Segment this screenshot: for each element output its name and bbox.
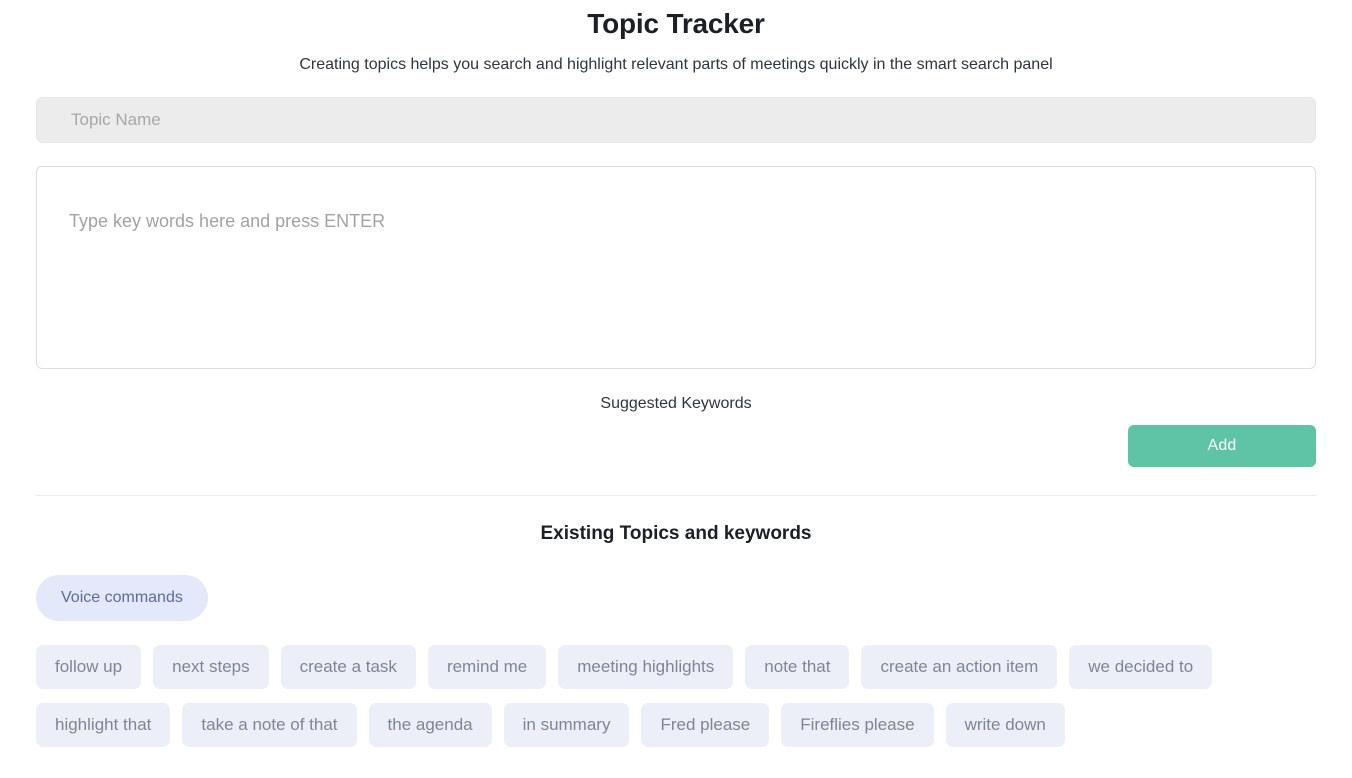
keyword-row: highlight that take a note of that the age… — [36, 703, 1316, 747]
keyword-chip[interactable]: next steps — [153, 645, 269, 689]
topic-chip[interactable]: Voice commands — [36, 575, 208, 621]
keyword-row: follow up next steps create a task remind m… — [36, 645, 1316, 689]
keyword-chip[interactable]: the agenda — [368, 703, 492, 747]
topic-name-input[interactable] — [36, 97, 1316, 143]
keyword-chip[interactable]: Fireflies please — [781, 703, 934, 747]
keyword-chip[interactable]: take a note of that — [182, 703, 357, 747]
keyword-chip[interactable]: create an action item — [861, 645, 1058, 689]
add-button[interactable]: Add — [1128, 425, 1316, 467]
keyword-chip[interactable]: note that — [745, 645, 850, 689]
existing-topics-heading: Existing Topics and keywords — [540, 523, 812, 544]
keyword-chip[interactable]: remind me — [427, 645, 547, 689]
existing-topics-list: Voice commands — [0, 575, 1352, 621]
keyword-chip[interactable]: Fred please — [641, 703, 770, 747]
page-title: Topic Tracker — [587, 8, 765, 39]
suggested-keywords-label: Suggested Keywords — [600, 395, 752, 412]
topic-tracker-page: Topic Tracker Creating topics helps you … — [0, 0, 1352, 778]
add-button-row: Add — [0, 425, 1352, 467]
existing-keywords-list: follow up next steps create a task remind m… — [0, 645, 1352, 747]
page-subtitle: Creating topics helps you search and hig… — [299, 56, 1053, 73]
keyword-chip[interactable]: highlight that — [36, 703, 171, 747]
keyword-chip[interactable]: write down — [945, 703, 1065, 747]
keyword-chip[interactable]: create a task — [280, 645, 416, 689]
keywords-input[interactable] — [69, 211, 1283, 232]
keyword-chip[interactable]: follow up — [36, 645, 142, 689]
keywords-textarea-box[interactable] — [36, 166, 1316, 369]
keyword-chip[interactable]: we decided to — [1069, 645, 1213, 689]
keyword-chip[interactable]: in summary — [503, 703, 630, 747]
topic-form — [0, 75, 1352, 369]
keyword-chip[interactable]: meeting highlights — [558, 645, 734, 689]
